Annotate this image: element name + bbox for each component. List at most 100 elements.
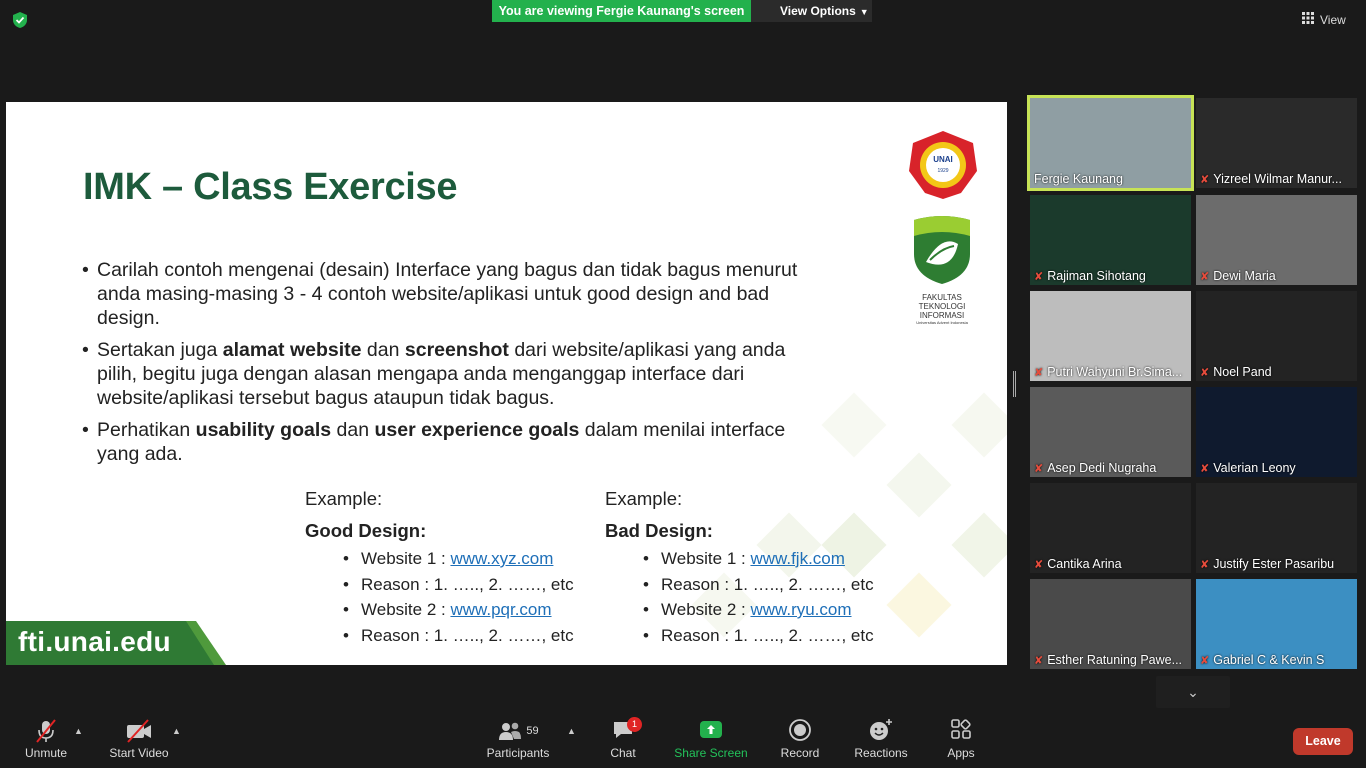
share-screen-label: Share Screen — [674, 746, 748, 760]
audio-options-caret-icon[interactable]: ▲ — [74, 726, 83, 736]
bullet-item: Sertakan juga alamat website dan screens… — [82, 338, 802, 410]
participants-count: 59 — [526, 725, 539, 737]
chat-badge: 1 — [627, 717, 642, 732]
participant-tile[interactable]: ✘ Esther Ratuning Pawe... — [1030, 579, 1191, 669]
slide-bullet-list: Carilah contoh mengenai (desain) Interfa… — [82, 258, 802, 474]
participant-name-text: Noel Pand — [1213, 365, 1272, 379]
participants-icon-row: 59 — [482, 718, 554, 744]
faculty-line2: TEKNOLOGI — [918, 302, 966, 311]
bold-text: usability goals — [195, 419, 332, 441]
website-link[interactable]: www.xyz.com — [450, 549, 553, 568]
participants-button[interactable]: 59 Participants — [482, 718, 554, 766]
bold-text: alamat website — [222, 339, 362, 361]
participant-name: Fergie Kaunang — [1034, 172, 1187, 186]
mic-muted-icon: ✘ — [1200, 463, 1210, 475]
mic-muted-icon: ✘ — [1034, 559, 1044, 571]
share-screen-icon — [674, 718, 748, 744]
participant-tile[interactable]: ✘ Justify Ester Pasaribu — [1196, 483, 1357, 573]
participant-tile[interactable]: Fergie Kaunang — [1027, 95, 1194, 191]
participant-name: ✘ Rajiman Sihotang — [1034, 269, 1187, 283]
start-video-button[interactable]: Start Video — [104, 718, 174, 766]
participant-name-text: Yizreel Wilmar Manur... — [1213, 172, 1342, 186]
faculty-line1: FAKULTAS — [922, 293, 962, 302]
gallery-next-button[interactable]: ⌄ — [1156, 676, 1230, 708]
participant-tile[interactable]: ✘ Rajiman Sihotang — [1030, 195, 1191, 285]
video-off-icon — [104, 718, 174, 744]
participant-name-text: Fergie Kaunang — [1034, 172, 1123, 186]
good-design-column: Example: Good Design: Website 1 : www.xy… — [305, 488, 605, 648]
website-link[interactable]: www.fjk.com — [750, 549, 844, 568]
bullet-text: Sertakan juga — [97, 339, 223, 361]
view-label: View — [1320, 13, 1346, 27]
website-label: Website 2 : — [361, 600, 451, 619]
participant-name-text: Esther Ratuning Pawe... — [1047, 653, 1183, 667]
list-item: Reason : 1. ….., 2. ……, etc — [343, 572, 605, 598]
mic-muted-icon: ✘ — [1200, 559, 1210, 571]
bold-text: user experience goals — [374, 419, 580, 441]
mic-muted-icon — [18, 718, 74, 744]
list-item: Website 1 : www.fjk.com — [643, 546, 905, 572]
record-label: Record — [780, 746, 820, 760]
participant-name: ✘ Gabriel C & Kevin S — [1200, 653, 1353, 667]
mic-muted-icon: ✘ — [1034, 655, 1044, 667]
unai-seal-logo: UNAI 1929 — [907, 129, 979, 201]
mic-muted-icon: ✘ — [1200, 367, 1210, 379]
participant-name: ✘ Valerian Leony — [1200, 461, 1353, 475]
svg-text:1929: 1929 — [937, 168, 948, 174]
participants-icon — [499, 722, 522, 740]
chat-button[interactable]: Chat 1 — [602, 717, 644, 766]
apps-button[interactable]: Apps — [943, 718, 979, 766]
view-options-button[interactable]: View Options ▼ — [751, 0, 872, 22]
footer-url: fti.unai.edu — [18, 626, 171, 657]
participant-tile[interactable]: ✘ Asep Dedi Nugraha — [1030, 387, 1191, 477]
chevron-down-icon: ⌄ — [1187, 684, 1199, 700]
reactions-icon — [852, 718, 910, 744]
participant-name-text: Justify Ester Pasaribu — [1213, 557, 1335, 571]
shared-slide: IMK – Class Exercise UNAI 1929 FAKULTAS … — [6, 102, 1007, 665]
participants-caret-icon[interactable]: ▲ — [567, 726, 576, 736]
mic-muted-icon: ✘ — [1034, 367, 1044, 379]
video-options-caret-icon[interactable]: ▲ — [172, 726, 181, 736]
participant-tile[interactable]: ✘ Putri Wahyuni Br.Sima... — [1030, 291, 1191, 381]
participant-name: ✘ Noel Pand — [1200, 365, 1353, 379]
example-label: Example: — [305, 488, 383, 509]
view-button[interactable]: View — [1302, 10, 1362, 30]
apps-label: Apps — [947, 746, 975, 760]
record-button[interactable]: Record — [778, 718, 822, 766]
participant-name-text: Cantika Arina — [1047, 557, 1122, 571]
participant-tile[interactable]: ✘ Dewi Maria — [1196, 195, 1357, 285]
participant-name: ✘ Cantika Arina — [1034, 557, 1187, 571]
list-item: Reason : 1. ….., 2. ……, etc — [643, 623, 905, 649]
share-screen-button[interactable]: Share Screen — [674, 718, 748, 766]
bullet-item: Carilah contoh mengenai (desain) Interfa… — [82, 258, 802, 330]
resize-handle[interactable] — [1013, 371, 1016, 397]
participant-name-text: Putri Wahyuni Br.Sima... — [1047, 365, 1183, 379]
participant-name: ✘ Justify Ester Pasaribu — [1200, 557, 1353, 571]
faculty-logo: FAKULTAS TEKNOLOGI INFORMASI Universitas… — [912, 214, 972, 329]
leave-button[interactable]: Leave — [1293, 728, 1353, 755]
participant-tile[interactable]: ✘ Gabriel C & Kevin S — [1196, 579, 1357, 669]
mic-muted-icon: ✘ — [1200, 174, 1210, 186]
bullet-text: Perhatikan — [97, 419, 196, 441]
list-item: Reason : 1. ….., 2. ……, etc — [643, 572, 905, 598]
participant-tile[interactable]: ✘ Yizreel Wilmar Manur... — [1196, 98, 1357, 188]
participant-name: ✘ Yizreel Wilmar Manur... — [1200, 172, 1353, 186]
bad-design-heading: Bad Design: — [605, 520, 713, 541]
security-shield-icon[interactable] — [11, 11, 29, 29]
bullet-text: dan — [331, 419, 375, 441]
participant-name-text: Asep Dedi Nugraha — [1047, 461, 1157, 475]
reactions-button[interactable]: Reactions — [852, 718, 910, 766]
start-video-label: Start Video — [109, 746, 169, 760]
unmute-button[interactable]: Unmute — [18, 718, 74, 766]
website-link[interactable]: www.pqr.com — [450, 600, 551, 619]
participant-name: ✘ Dewi Maria — [1200, 269, 1353, 283]
participant-tile[interactable]: ✘ Valerian Leony — [1196, 387, 1357, 477]
website-label: Website 1 : — [361, 549, 451, 568]
website-link[interactable]: www.ryu.com — [750, 600, 851, 619]
list-item: Reason : 1. ….., 2. ……, etc — [343, 623, 605, 649]
participant-tile[interactable]: ✘ Cantika Arina — [1030, 483, 1191, 573]
participant-tile[interactable]: ✘ Noel Pand — [1196, 291, 1357, 381]
record-icon — [778, 718, 822, 744]
list-item: Website 2 : www.pqr.com — [343, 597, 605, 623]
mic-muted-icon: ✘ — [1200, 271, 1210, 283]
